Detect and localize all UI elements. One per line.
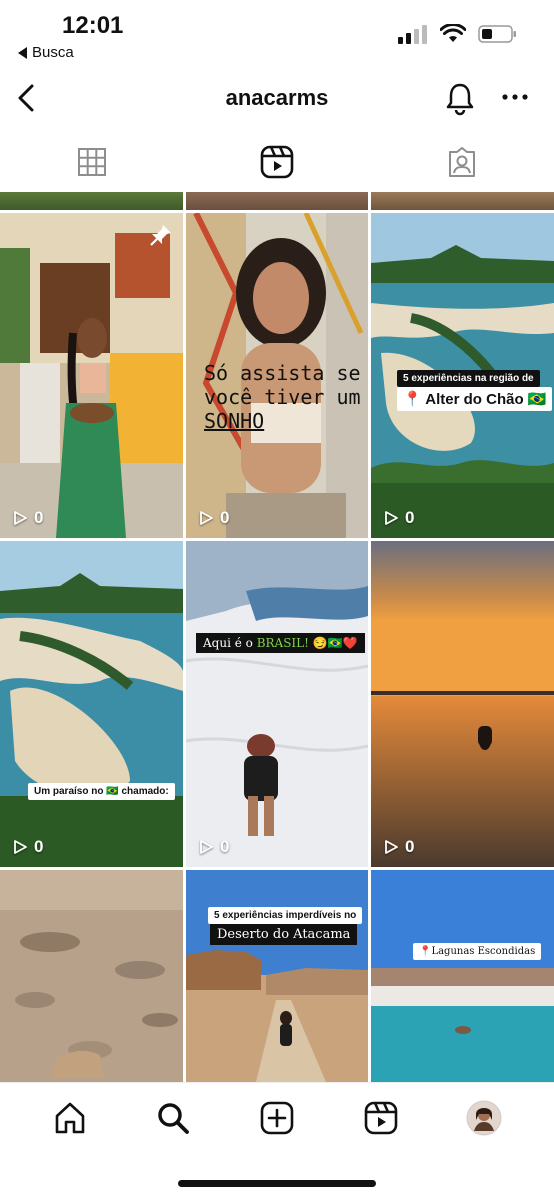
grid-icon xyxy=(78,148,107,176)
tagged-icon xyxy=(448,147,475,177)
battery-icon xyxy=(478,25,516,43)
reel-thumbnail[interactable]: 0 xyxy=(371,541,554,867)
reels-grid: 0 Só assista se você tiver um SONHO 0 5 … xyxy=(0,192,554,1082)
create-icon[interactable] xyxy=(259,1100,295,1136)
view-count: 0 xyxy=(383,837,414,857)
status-icons xyxy=(398,24,518,44)
reel-image-atacama-road xyxy=(186,870,368,1082)
reel-image-sunset-water xyxy=(371,541,554,867)
reel-thumbnail[interactable]: 5 experiências imperdíveis no Deserto do… xyxy=(186,870,368,1082)
reels-nav-icon[interactable] xyxy=(363,1100,399,1136)
reel-caption: 📍Lagunas Escondidas xyxy=(413,943,542,960)
reel-thumbnail-partial[interactable] xyxy=(186,192,368,210)
home-icon[interactable] xyxy=(52,1100,88,1136)
play-icon xyxy=(200,511,213,525)
bell-icon[interactable] xyxy=(442,80,478,116)
reel-thumbnail-partial[interactable] xyxy=(0,192,183,210)
reel-thumbnail[interactable]: Só assista se você tiver um SONHO 0 xyxy=(186,213,368,538)
reel-image-woman-green-skirt xyxy=(0,213,183,538)
back-triangle-icon xyxy=(18,46,27,59)
signal-icon xyxy=(398,25,427,44)
reel-caption: Só assista se você tiver um SONHO xyxy=(204,361,361,433)
tab-grid[interactable] xyxy=(0,132,185,192)
play-icon xyxy=(14,840,27,854)
view-count: 0 xyxy=(198,508,229,528)
more-options-icon[interactable] xyxy=(500,82,530,112)
reel-caption-main: 📍 Alter do Chão 🇧🇷 xyxy=(397,387,553,411)
tab-reels[interactable] xyxy=(185,132,370,192)
reel-thumbnail[interactable] xyxy=(0,870,183,1082)
reel-thumbnail[interactable]: Um paraíso no 🇧🇷 chamado: 0 xyxy=(0,541,183,867)
profile-avatar[interactable] xyxy=(466,1100,502,1136)
reel-thumbnail[interactable]: 5 experiências na região de 📍 Alter do C… xyxy=(371,213,554,538)
view-count: 0 xyxy=(12,837,43,857)
reel-caption-top: 5 experiências na região de xyxy=(397,370,540,387)
profile-tabs xyxy=(0,132,554,192)
view-count: 0 xyxy=(383,508,414,528)
reel-caption-main: Deserto do Atacama xyxy=(210,924,358,945)
back-app-label: Busca xyxy=(32,44,74,61)
reel-thumbnail[interactable]: 📍Lagunas Escondidas xyxy=(371,870,554,1082)
status-bar: 12:01 Busca xyxy=(0,0,554,70)
back-to-app-link[interactable]: Busca xyxy=(18,44,74,61)
wifi-icon xyxy=(440,24,466,42)
play-icon xyxy=(200,840,213,854)
reel-caption-top: 5 experiências imperdíveis no xyxy=(208,907,363,924)
reel-thumbnail-partial[interactable] xyxy=(371,192,554,210)
reel-image-white-dunes xyxy=(186,541,368,867)
reel-image-island-beach xyxy=(0,541,183,867)
reel-image-desert-fox xyxy=(0,870,183,1082)
reel-caption: Um paraíso no 🇧🇷 chamado: xyxy=(28,783,175,800)
reels-icon xyxy=(260,145,294,179)
status-time: 12:01 xyxy=(62,12,124,39)
home-indicator xyxy=(178,1180,376,1187)
reel-thumbnail[interactable]: 0 xyxy=(0,213,183,538)
view-count: 0 xyxy=(12,508,43,528)
reel-thumbnail[interactable]: Aqui é o BRASIL! 😏🇧🇷❤️ 0 xyxy=(186,541,368,867)
view-count: 0 xyxy=(198,837,229,857)
search-icon[interactable] xyxy=(155,1100,191,1136)
play-icon xyxy=(14,511,27,525)
tab-tagged[interactable] xyxy=(369,132,554,192)
profile-header: anacarms xyxy=(0,70,554,128)
play-icon xyxy=(385,511,398,525)
reel-caption: Aqui é o BRASIL! 😏🇧🇷❤️ xyxy=(196,633,365,653)
reel-image-lagunas xyxy=(371,870,554,1082)
play-icon xyxy=(385,840,398,854)
pin-icon xyxy=(150,225,171,246)
